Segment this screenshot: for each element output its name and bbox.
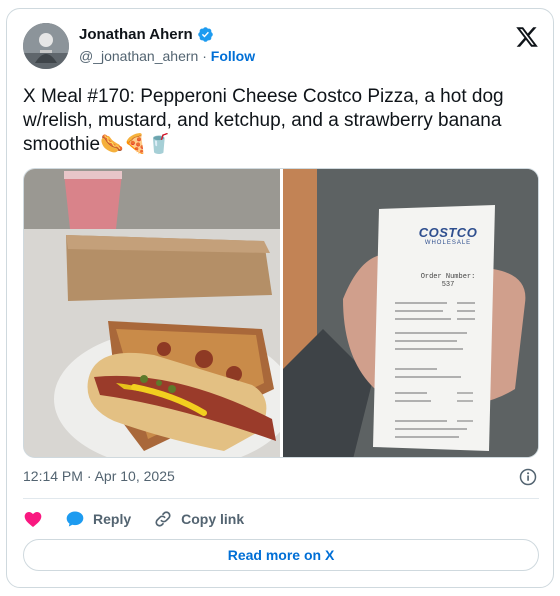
timestamp-row: 12:14 PM · Apr 10, 2025 (23, 468, 539, 488)
author-name[interactable]: Jonathan Ahern (79, 26, 193, 43)
author-name-row: Jonathan Ahern (79, 26, 214, 43)
copy-link-label: Copy link (181, 511, 245, 527)
info-icon[interactable] (519, 468, 537, 486)
reply-label: Reply (93, 511, 132, 527)
like-button[interactable] (23, 509, 43, 529)
tweet-actions: Reply Copy link (23, 508, 539, 530)
photo-receipt[interactable]: COSTCO WHOLESALE Order Number: 537 (283, 169, 538, 457)
receipt-lines-illustration (395, 302, 475, 438)
receipt-order-number: 537 (441, 281, 455, 289)
receipt-order-block: Order Number: 537 (413, 273, 483, 289)
copy-link-button[interactable]: Copy link (153, 509, 244, 529)
avatar[interactable] (23, 23, 69, 69)
author-handle-row: @_jonathan_ahern · Follow (79, 48, 255, 64)
receipt-brand-block: COSTCO WHOLESALE (413, 225, 483, 246)
tweet-timestamp[interactable]: 12:14 PM · Apr 10, 2025 (23, 468, 175, 484)
read-more-button[interactable]: Read more on X (23, 539, 539, 571)
heart-icon (24, 512, 42, 527)
tweet-media[interactable]: COSTCO WHOLESALE Order Number: 537 (23, 168, 539, 458)
x-logo-icon[interactable] (515, 25, 539, 49)
tweet-card: Jonathan Ahern @_jonathan_ahern · Follow… (6, 8, 554, 588)
divider (23, 498, 539, 499)
tweet-header: Jonathan Ahern @_jonathan_ahern · Follow (23, 23, 539, 71)
meal-photo-illustration (24, 169, 280, 457)
author-handle[interactable]: @_jonathan_ahern (79, 48, 198, 64)
reply-button[interactable]: Reply (65, 509, 131, 529)
receipt-order-label: Order Number: (420, 273, 476, 281)
follow-button[interactable]: Follow (211, 48, 255, 64)
verified-badge-icon (197, 27, 213, 42)
tweet-text: X Meal #170: Pepperoni Cheese Costco Piz… (23, 86, 504, 155)
handle-separator: · (202, 48, 207, 64)
link-icon (155, 511, 171, 527)
avatar-figure-icon (23, 23, 69, 69)
reply-bubble-icon (66, 511, 84, 527)
photo-meal[interactable] (24, 169, 280, 457)
receipt-sub-brand: WHOLESALE (424, 240, 472, 246)
receipt-brand: COSTCO (418, 225, 478, 240)
